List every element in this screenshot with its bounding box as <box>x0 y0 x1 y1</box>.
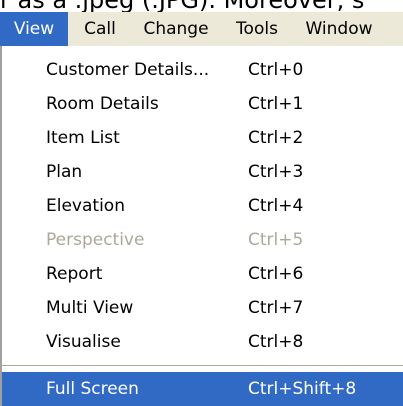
menu-item-shortcut: Ctrl+8 <box>248 332 304 352</box>
menu-item-room-details[interactable]: Room Details Ctrl+1 <box>2 87 403 121</box>
menu-item-perspective: Perspective Ctrl+5 <box>2 223 403 257</box>
menu-item-label: Report <box>46 264 103 284</box>
menu-item-report[interactable]: Report Ctrl+6 <box>2 257 403 291</box>
menu-view[interactable]: View <box>0 12 68 46</box>
menu-item-shortcut: Ctrl+5 <box>248 230 304 250</box>
menu-item-shortcut: Ctrl+4 <box>248 196 304 216</box>
menu-item-shortcut: Ctrl+3 <box>248 162 304 182</box>
menu-item-multi-view[interactable]: Multi View Ctrl+7 <box>2 291 403 325</box>
menu-item-shortcut: Ctrl+Shift+8 <box>248 379 357 399</box>
menu-item-shortcut: Ctrl+0 <box>248 60 304 80</box>
menu-window[interactable]: Window <box>296 12 382 46</box>
menu-item-elevation[interactable]: Elevation Ctrl+4 <box>2 189 403 223</box>
menu-item-label: Item List <box>46 128 120 148</box>
menu-separator <box>2 365 403 367</box>
menu-item-label: Room Details <box>46 94 159 114</box>
menu-item-shortcut: Ctrl+7 <box>248 298 304 318</box>
menu-item-visualise[interactable]: Visualise Ctrl+8 <box>2 325 403 359</box>
view-dropdown-menu: Customer Details... Ctrl+0 Room Details … <box>0 46 403 406</box>
menu-tools[interactable]: Tools <box>228 12 286 46</box>
menu-item-full-screen[interactable]: Full Screen Ctrl+Shift+8 <box>2 372 403 406</box>
menu-item-label: Full Screen <box>46 379 139 399</box>
menu-call[interactable]: Call <box>76 12 124 46</box>
menu-item-item-list[interactable]: Item List Ctrl+2 <box>2 121 403 155</box>
menu-item-shortcut: Ctrl+2 <box>248 128 304 148</box>
menu-item-label: Customer Details... <box>46 60 210 80</box>
menu-item-label: Visualise <box>46 332 121 352</box>
menu-item-plan[interactable]: Plan Ctrl+3 <box>2 155 403 189</box>
menu-item-label: Plan <box>46 162 83 182</box>
menu-item-label: Multi View <box>46 298 134 318</box>
menu-item-shortcut: Ctrl+6 <box>248 264 304 284</box>
menu-item-label: Perspective <box>46 230 145 250</box>
menu-item-label: Elevation <box>46 196 125 216</box>
menu-item-shortcut: Ctrl+1 <box>248 94 304 114</box>
menu-change[interactable]: Change <box>136 12 216 46</box>
menu-item-customer-details[interactable]: Customer Details... Ctrl+0 <box>2 53 403 87</box>
menu-bar: View Call Change Tools Window <box>0 12 403 47</box>
